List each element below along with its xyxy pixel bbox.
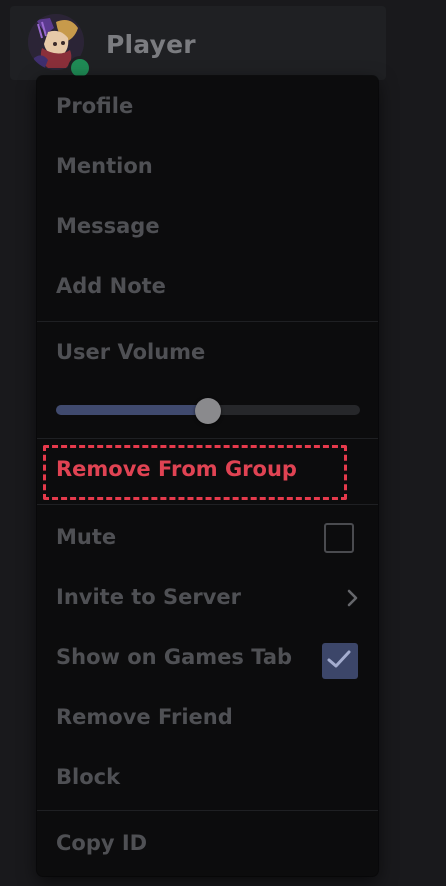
menu-item-message[interactable]: Message bbox=[37, 201, 378, 253]
menu-item-label: Copy ID bbox=[56, 831, 148, 855]
avatar-container[interactable] bbox=[28, 14, 92, 80]
user-volume-label: User Volume bbox=[56, 340, 206, 364]
menu-item-add-note[interactable]: Add Note bbox=[37, 261, 378, 313]
menu-item-label: Invite to Server bbox=[56, 585, 242, 609]
menu-item-mention[interactable]: Mention bbox=[37, 141, 378, 193]
mute-checkbox[interactable] bbox=[324, 523, 354, 553]
menu-item-label: Mention bbox=[56, 154, 153, 178]
show-on-games-tab-checkbox[interactable] bbox=[322, 643, 358, 679]
user-volume-section: User Volume bbox=[37, 327, 378, 379]
menu-item-copy-id[interactable]: Copy ID bbox=[37, 818, 378, 870]
slider-handle[interactable] bbox=[195, 398, 221, 424]
menu-item-invite-to-server[interactable]: Invite to Server bbox=[37, 572, 378, 624]
page: Player Profile Mention Message Add Note … bbox=[0, 0, 446, 886]
menu-item-label: Profile bbox=[56, 94, 134, 118]
menu-item-block[interactable]: Block bbox=[37, 752, 378, 804]
menu-item-label: Block bbox=[56, 765, 121, 789]
menu-item-label: Message bbox=[56, 214, 160, 238]
menu-item-label: Add Note bbox=[56, 274, 166, 298]
user-volume-slider[interactable] bbox=[56, 398, 360, 424]
menu-divider bbox=[37, 321, 378, 322]
menu-divider bbox=[37, 810, 378, 811]
user-context-menu: Profile Mention Message Add Note User Vo… bbox=[37, 76, 378, 876]
menu-item-label: Show on Games Tab bbox=[56, 645, 293, 669]
slider-fill bbox=[56, 405, 208, 415]
menu-item-label: Remove Friend bbox=[56, 705, 233, 729]
menu-item-profile[interactable]: Profile bbox=[37, 81, 378, 133]
menu-item-remove-friend[interactable]: Remove Friend bbox=[37, 692, 378, 744]
menu-divider bbox=[37, 504, 378, 505]
member-username: Player bbox=[106, 30, 196, 59]
checkmark-icon bbox=[327, 650, 351, 668]
remove-from-group-button[interactable]: Remove From Group bbox=[56, 457, 297, 481]
menu-item-label: Mute bbox=[56, 525, 117, 549]
member-list-item[interactable]: Player bbox=[10, 6, 386, 80]
chevron-right-icon bbox=[347, 589, 358, 607]
menu-divider bbox=[37, 438, 378, 439]
